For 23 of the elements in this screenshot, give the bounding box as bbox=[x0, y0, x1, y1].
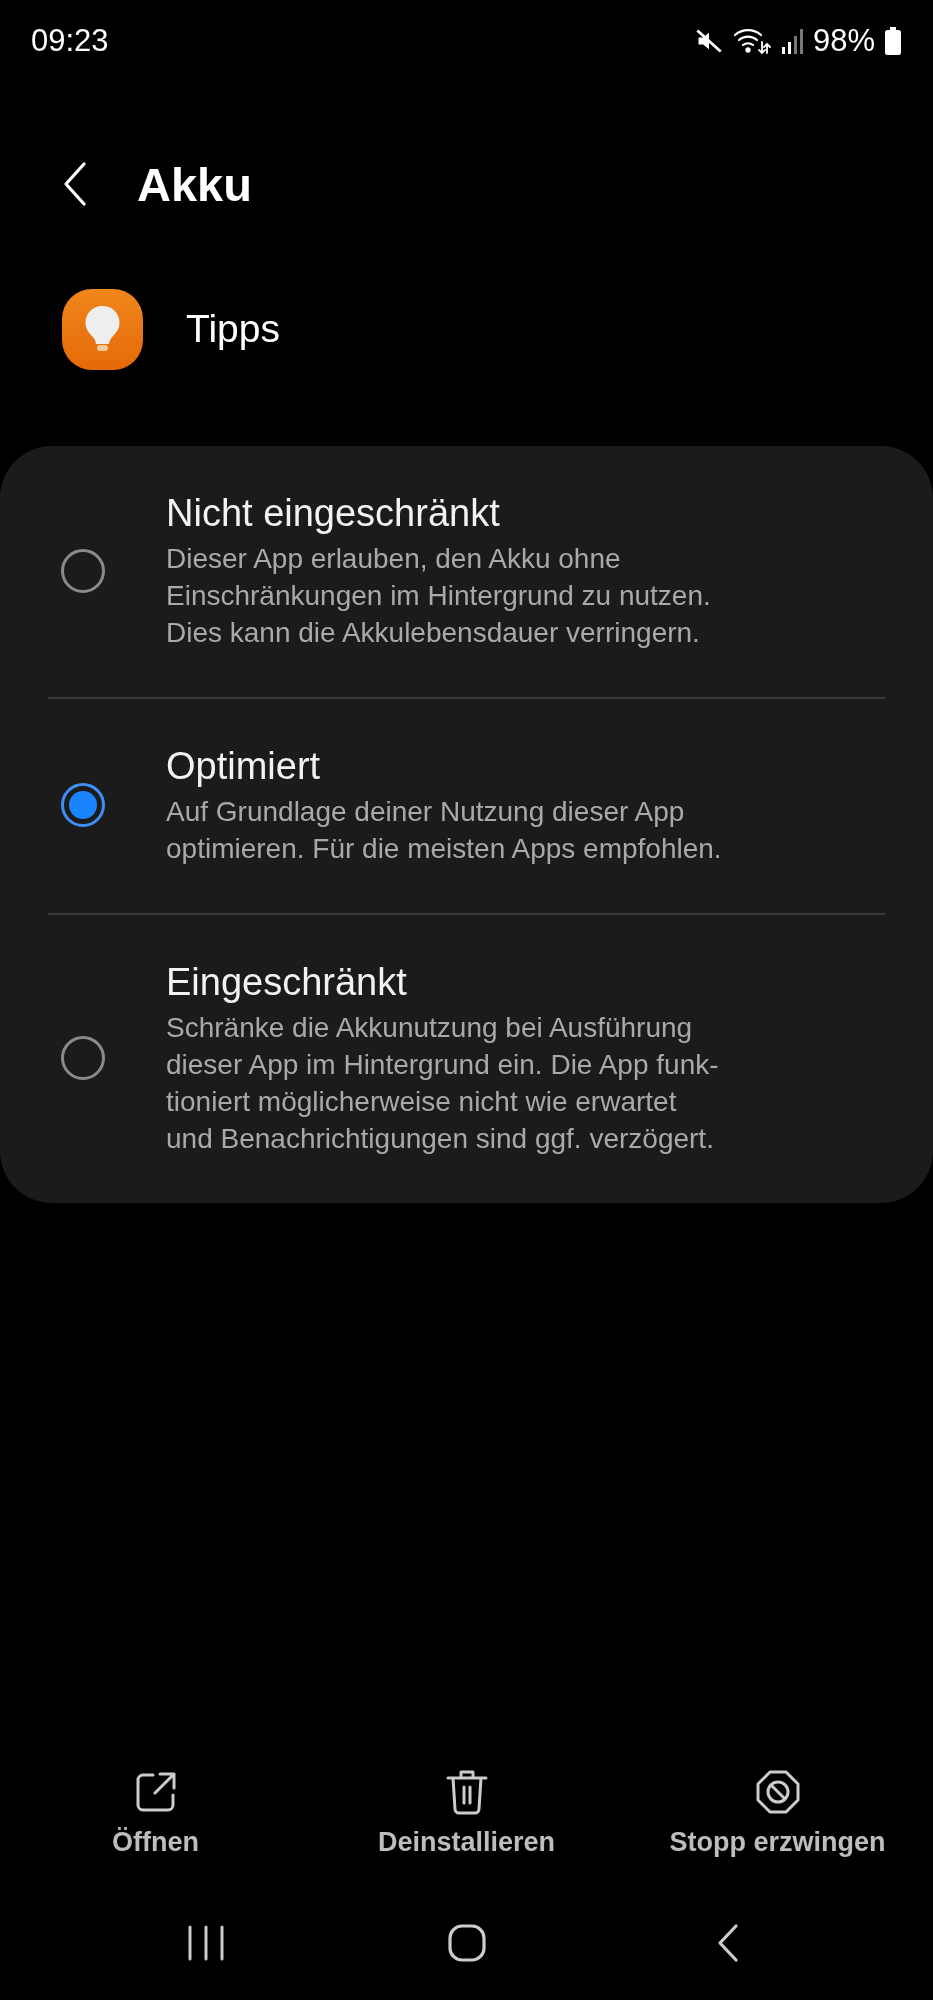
open-button[interactable]: Öffnen bbox=[0, 1769, 311, 1858]
option-description: Dieser App erlauben, den Akku ohne Einschränkungen im Hintergrund zu nutzen. Dies kann die Akkulebensdauer verringern. bbox=[166, 542, 711, 650]
app-name: Tipps bbox=[186, 307, 280, 351]
radio-button[interactable] bbox=[61, 783, 105, 827]
option-description: Auf Grundlage deiner Nutzung dieser App optimieren. Für die meisten Apps empfohlen. bbox=[166, 795, 722, 866]
uninstall-button[interactable]: Deinstallieren bbox=[311, 1769, 622, 1858]
radio-button[interactable] bbox=[61, 1036, 105, 1080]
clock-time: 09:23 bbox=[31, 23, 109, 59]
radio-button[interactable] bbox=[61, 548, 105, 593]
trash-icon bbox=[444, 1769, 489, 1815]
option-title: Optimiert bbox=[166, 744, 322, 789]
stop-icon bbox=[754, 1769, 801, 1815]
mute-icon bbox=[694, 27, 723, 55]
wifi-icon bbox=[732, 26, 771, 56]
option-title: Eingeschränkt bbox=[166, 960, 408, 1005]
signal-icon bbox=[780, 27, 803, 55]
lightbulb-app-icon bbox=[62, 288, 143, 370]
force-stop-button[interactable]: Stopp erzwingen bbox=[622, 1769, 933, 1858]
battery-percentage: 98% bbox=[812, 23, 875, 59]
option-description: Schränke die Akkunutzung bei Ausführung dieser App im Hintergrund ein. Die App funk- tioniert möglicherweise nicht wie erwartet und Benachrichtigungen sind ggf. verzögert. bbox=[166, 1011, 719, 1156]
battery-icon bbox=[885, 27, 901, 55]
option-title: Nicht eingeschränkt bbox=[166, 491, 501, 536]
page-title: Akku bbox=[137, 156, 252, 212]
